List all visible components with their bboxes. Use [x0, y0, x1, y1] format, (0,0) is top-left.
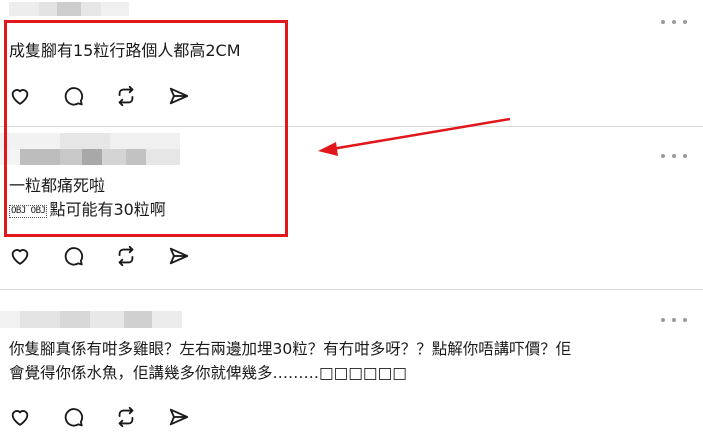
post-actions [9, 406, 190, 428]
post-text-line: 你隻腳真係有咁多雞眼？左右兩邊加埋30粒？有冇咁多呀？？點解你唔講吓價？佢 [9, 340, 572, 358]
share-icon[interactable] [168, 406, 190, 428]
username-blurred [0, 311, 182, 328]
repost-icon[interactable] [115, 245, 137, 267]
heart-icon[interactable] [9, 406, 31, 428]
highlight-box [4, 20, 288, 237]
repost-icon[interactable] [115, 406, 137, 428]
post-text: 你隻腳真係有咁多雞眼？左右兩邊加埋30粒？有冇咁多呀？？點解你唔講吓價？佢 會覺… [9, 337, 571, 385]
more-options-icon[interactable] [661, 17, 687, 27]
heart-icon[interactable] [9, 245, 31, 267]
post-text-line: 會覺得你係水魚，佢講幾多你就俾幾多………□□□□□□ [9, 364, 407, 382]
more-options-icon[interactable] [661, 151, 687, 161]
more-options-icon[interactable] [661, 315, 687, 325]
comment-icon[interactable] [62, 406, 84, 428]
post-actions [9, 245, 190, 267]
comment-icon[interactable] [62, 245, 84, 267]
post-divider [0, 289, 703, 290]
username-blurred [9, 2, 129, 16]
share-icon[interactable] [168, 245, 190, 267]
